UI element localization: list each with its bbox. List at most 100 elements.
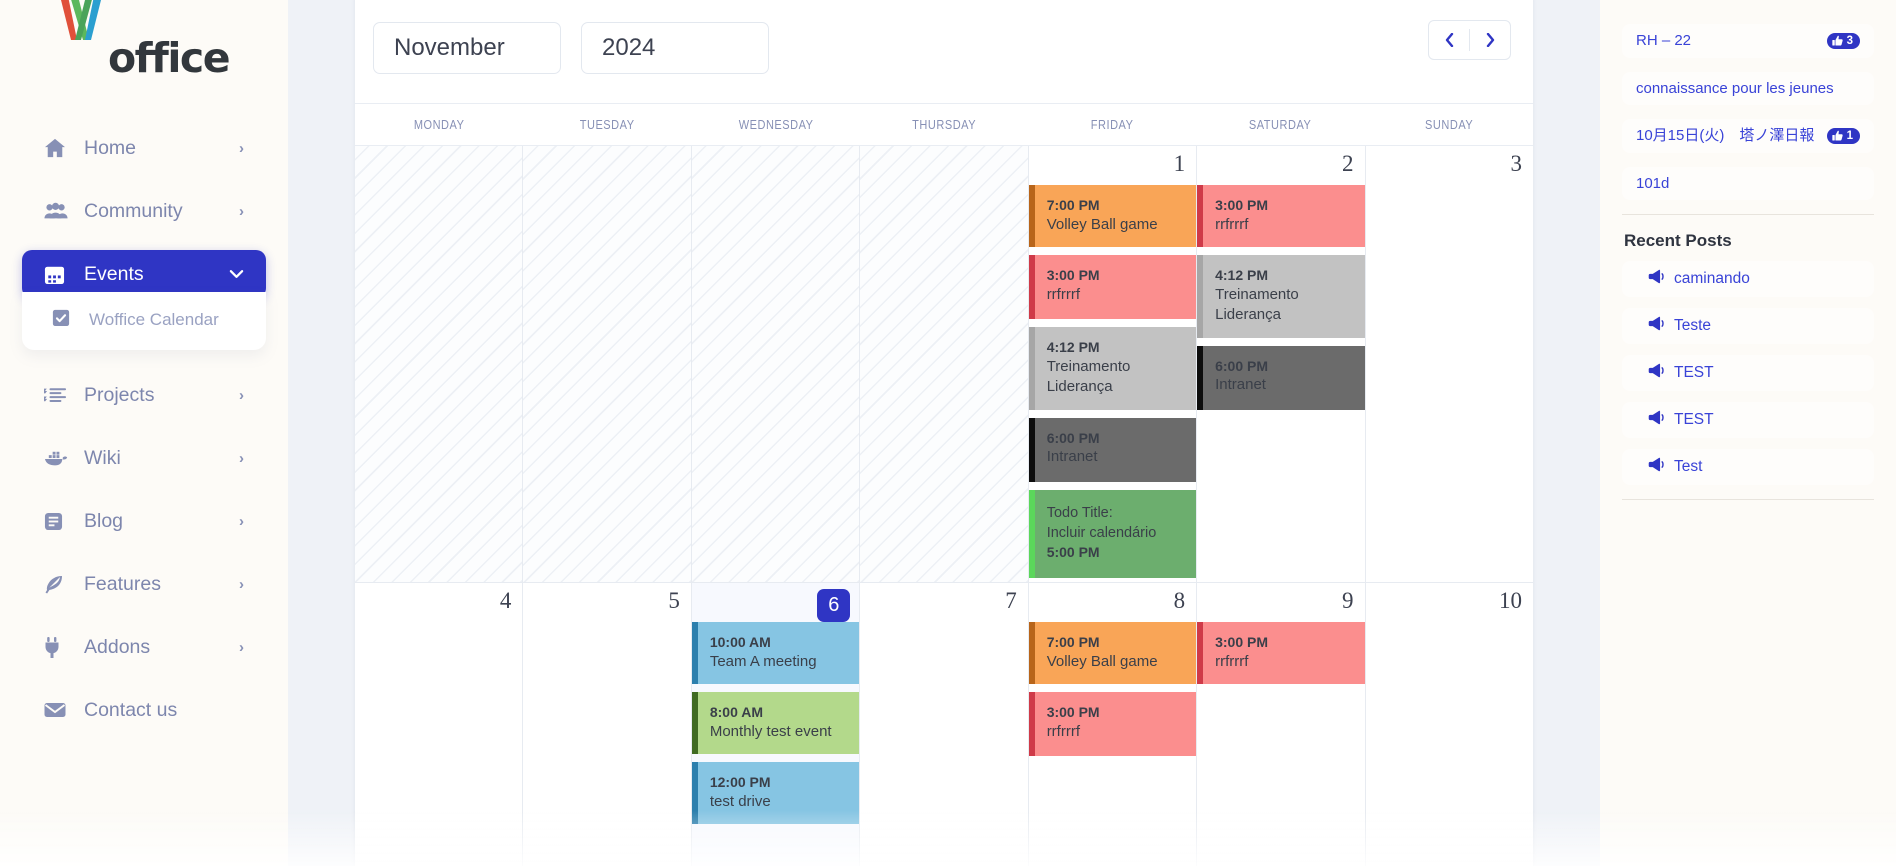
calendar-day-cell[interactable]: 3 xyxy=(1365,146,1533,582)
featured-link-text: RH – 22 xyxy=(1636,32,1692,49)
calendar-day-cell[interactable]: 10 xyxy=(1365,583,1533,866)
sidebar-nav: Home › Community › Events Woffice Calend… xyxy=(0,124,288,734)
calendar-day-cell[interactable]: 1 7:00 PM Volley Ball game 3:00 PM rrfrrrf 4:… xyxy=(1028,146,1198,582)
day-number: 5 xyxy=(668,588,680,613)
event-title: Treinamento Liderança xyxy=(1046,358,1131,396)
weekday-thursday: THURSDAY xyxy=(912,117,976,132)
event-time: 3:00 PM xyxy=(1046,267,1100,284)
weekday-friday: FRIDAY xyxy=(1090,117,1134,132)
divider xyxy=(1622,499,1874,500)
recent-post-link[interactable]: TEST xyxy=(1622,402,1874,438)
brand-logo[interactable]: office xyxy=(58,0,288,82)
day-events: 10:00 AM Team A meeting 8:00 AM Monthly tes… xyxy=(691,622,860,832)
tasks-icon xyxy=(44,386,72,404)
like-count-badge: 3 xyxy=(1826,32,1860,49)
calendar-day-cell xyxy=(860,146,1029,582)
calendar-event-item[interactable]: 3:00 PM rrfrrrf xyxy=(1197,622,1365,685)
calendar-event-item[interactable]: 7:00 PM Volley Ball game xyxy=(1028,185,1197,248)
calendar-event-item[interactable]: 10:00 AM Team A meeting xyxy=(691,622,860,685)
calendar-todo-item[interactable]: Todo Title: Incluir calendário 5:00 PM xyxy=(1028,489,1197,578)
day-number: 9 xyxy=(1342,588,1354,613)
event-title: rrfrrrf xyxy=(1215,652,1249,670)
divider xyxy=(1622,214,1874,215)
calendar-event-item[interactable]: 12:00 PM test drive xyxy=(691,762,860,825)
like-count-badge: 1 xyxy=(1826,127,1860,144)
event-time: 4:12 PM xyxy=(1046,339,1100,356)
like-count: 1 xyxy=(1846,129,1853,142)
featured-link[interactable]: 101d xyxy=(1622,166,1874,200)
calendar-day-cell xyxy=(355,146,524,582)
megaphone-icon xyxy=(1648,316,1665,336)
featured-link[interactable]: connaissance pour les jeunes xyxy=(1622,71,1874,105)
event-title: Treinamento Liderança xyxy=(1215,286,1299,324)
featured-links-list: RH – 22 3 connaissance pour les jeunes 10月1… xyxy=(1622,24,1874,200)
event-title: rrfrrrf xyxy=(1046,723,1080,741)
day-number: 4 xyxy=(499,588,512,613)
event-time: 6:00 PM xyxy=(1046,429,1100,446)
event-time: 7:00 PM xyxy=(1046,197,1100,213)
recent-post-link[interactable]: Teste xyxy=(1622,308,1874,344)
calendar-day-cell[interactable]: 8 7:00 PM Volley Ball game 3:00 PM rrfrrrf xyxy=(1028,583,1198,866)
calendar-event-item[interactable]: 6:00 PM Intranet xyxy=(1028,417,1197,482)
calendar-day-cell[interactable]: 2 3:00 PM rrfrrrf 4:12 PM Treinamento Lidera… xyxy=(1197,146,1366,582)
calendar-day-cell[interactable]: 5 xyxy=(523,583,692,866)
calendar-day-cell xyxy=(523,146,692,582)
prev-month-button[interactable] xyxy=(1429,21,1469,59)
plug-icon xyxy=(44,636,72,658)
sidebar-item-events[interactable]: Events xyxy=(22,250,266,298)
event-title: rrfrrrf xyxy=(1046,286,1080,304)
calendar-event-item[interactable]: 4:12 PM Treinamento Liderança xyxy=(1197,255,1365,338)
calendar-event-item[interactable]: 3:00 PM rrfrrrf xyxy=(1197,185,1365,248)
sidebar-item-projects[interactable]: Projects › xyxy=(22,371,266,419)
event-time: 6:00 PM xyxy=(1215,357,1269,374)
next-month-button[interactable] xyxy=(1470,21,1510,59)
sidebar-item-features[interactable]: Features › xyxy=(22,560,266,608)
calendar-toolbar: November 2024 xyxy=(355,0,1533,104)
docker-whale-icon xyxy=(44,450,72,467)
year-select[interactable]: 2024 xyxy=(581,21,769,74)
calendar-week-row: 1 7:00 PM Volley Ball game 3:00 PM rrfrrrf 4:… xyxy=(355,146,1533,583)
recent-post-title: TEST xyxy=(1674,411,1714,428)
woffice-w-icon xyxy=(58,0,108,72)
recent-post-title: TEST xyxy=(1674,364,1714,381)
sidebar-item-home[interactable]: Home › xyxy=(22,124,266,172)
featured-link[interactable]: RH – 22 3 xyxy=(1622,24,1874,58)
day-events: 7:00 PM Volley Ball game 3:00 PM rrfrrrf xyxy=(1028,622,1197,764)
sidebar-item-woffice-calendar[interactable]: Woffice Calendar xyxy=(22,304,266,336)
calendar-event-item[interactable]: 4:12 PM Treinamento Liderança xyxy=(1028,327,1197,410)
left-sidebar: office Home › Community › Events Woffice… xyxy=(0,0,288,866)
sidebar-item-wiki[interactable]: Wiki › xyxy=(22,434,266,482)
calendar-event-item[interactable]: 6:00 PM Intranet xyxy=(1197,345,1365,410)
calendar-event-item[interactable]: 3:00 PM rrfrrrf xyxy=(1028,692,1197,757)
sidebar-label-projects: Projects xyxy=(84,383,155,406)
featured-link[interactable]: 10月15日(火) 塔ノ澤日報 1 xyxy=(1622,119,1874,153)
day-events: 3:00 PM rrfrrrf xyxy=(1197,622,1365,692)
calendar-event-item[interactable]: 3:00 PM rrfrrrf xyxy=(1028,255,1197,320)
calendar-day-cell[interactable]: 9 3:00 PM rrfrrrf xyxy=(1197,583,1366,866)
chevron-right-icon: › xyxy=(239,386,244,404)
recent-post-link[interactable]: caminando xyxy=(1622,261,1874,297)
sidebar-label-home: Home xyxy=(84,136,137,159)
calendar-day-cell[interactable]: 7 xyxy=(860,583,1029,866)
sidebar-item-community[interactable]: Community › xyxy=(22,187,266,235)
recent-posts-list: caminando Teste TEST TEST Test xyxy=(1622,261,1874,485)
sidebar-label-community: Community xyxy=(84,199,183,222)
recent-post-link[interactable]: TEST xyxy=(1622,355,1874,391)
calendar-day-cell[interactable]: 6 10:00 AM Team A meeting 8:00 AM Monthly te… xyxy=(691,583,861,866)
calendar-event-item[interactable]: 7:00 PM Volley Ball game xyxy=(1028,622,1197,685)
calendar-day-cell[interactable]: 4 xyxy=(355,583,524,866)
sidebar-label-events: Events xyxy=(84,262,144,285)
sidebar-item-blog[interactable]: Blog › xyxy=(22,497,266,545)
calendar-week-row: 4 5 6 10:00 AM Team A meeting 8:00 AM Monthly … xyxy=(355,583,1533,866)
day-number: 10 xyxy=(1498,588,1522,613)
recent-post-link[interactable]: Test xyxy=(1622,449,1874,485)
sidebar-item-addons[interactable]: Addons › xyxy=(22,623,266,671)
month-select[interactable]: November xyxy=(373,21,561,74)
sidebar-item-contact-us[interactable]: Contact us xyxy=(22,686,266,734)
year-select-value: 2024 xyxy=(602,33,656,61)
calendar-event-item[interactable]: 8:00 AM Monthly test event xyxy=(691,692,860,755)
